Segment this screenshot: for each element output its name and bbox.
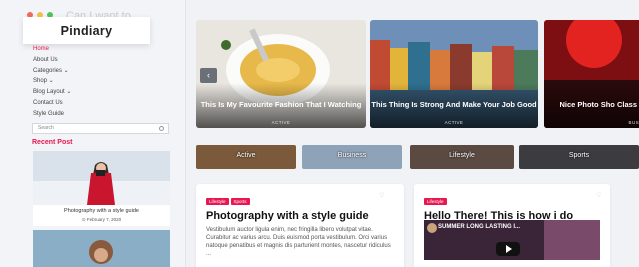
recent-post-caption[interactable]: Photography with a style guide [33,208,170,214]
slide-3-tag[interactable]: BUS [544,120,639,125]
post-1-title[interactable]: Photography with a style guide [206,211,394,222]
menu-item-style-guide[interactable]: Style Guide [33,109,71,120]
post-1-excerpt: Vestibulum auctor ligula enim, nec fring… [206,227,391,257]
logo-card[interactable]: Pindiary [23,17,150,44]
post-card-1[interactable]: Lifestyle Sports ♡ Photography with a sty… [196,184,404,267]
search-icon[interactable] [159,126,164,131]
slide-1-title[interactable]: This Is My Favourite Fashion That I Watc… [196,100,366,109]
menu-item-shop[interactable]: Shop ⌄ [33,76,71,87]
slide-2-title[interactable]: This Thing Is Strong And Make Your Job G… [370,100,538,109]
slide-2[interactable]: This Thing Is Strong And Make Your Job G… [370,20,538,128]
category-business[interactable]: Business [302,145,402,169]
page: Can I want to Pindiary Home About Us Cat… [0,0,639,267]
chevron-left-icon: ‹ [207,70,210,80]
recent-post-card[interactable]: Photography with a style guide ⊙ Februar… [33,151,170,226]
category-active-label: Active [236,152,256,159]
recent-post-heading: Recent Post [32,139,73,146]
menu-item-blog-layout[interactable]: Blog Layout ⌄ [33,87,71,98]
post-1-badge-sports[interactable]: Sports [230,198,250,205]
slide-1-tag[interactable]: ACTIVE [196,120,366,125]
slide-2-tag[interactable]: ACTIVE [370,120,538,125]
sidebar-menu: Home About Us Categories ⌄ Shop ⌄ Blog L… [33,44,71,120]
category-strip: Active Business Lifestyle Sports [196,145,639,169]
category-lifestyle[interactable]: Lifestyle [410,145,514,169]
post-1-badge-lifestyle[interactable]: Lifestyle [206,198,229,205]
winter-photographer-image [33,151,170,205]
category-sports-label: Sports [568,152,590,159]
category-sports[interactable]: Sports [519,145,639,169]
menu-item-contact[interactable]: Contact Us [33,98,71,109]
category-lifestyle-label: Lifestyle [449,152,475,159]
slider-prev-button[interactable]: ‹ [200,68,217,83]
recent-post-date: ⊙ February 7, 2020 [81,217,122,222]
play-button-icon[interactable] [496,242,520,256]
search-input[interactable]: Search [32,123,169,134]
portrait-image [33,230,170,267]
category-active[interactable]: Active [196,145,296,169]
recent-post-image[interactable] [33,151,170,205]
sidebar: Can I want to Pindiary Home About Us Cat… [0,0,186,267]
slide-3-title[interactable]: Nice Photo Sho Class [544,100,639,109]
post-2-badge-lifestyle[interactable]: Lifestyle [424,198,447,205]
category-business-label: Business [337,152,367,159]
heart-icon[interactable]: ♡ [596,192,602,199]
video-title[interactable]: SUMMER LONG LASTING I... [438,224,520,230]
video-embed[interactable]: SUMMER LONG LASTING I... [424,220,600,260]
menu-item-about[interactable]: About Us [33,55,71,66]
slide-1[interactable]: This Is My Favourite Fashion That I Watc… [196,20,366,128]
hero-slider: This Is My Favourite Fashion That I Watc… [196,20,639,128]
site-logo[interactable]: Pindiary [61,24,113,38]
menu-item-categories[interactable]: Categories ⌄ [33,66,71,77]
post-card-2[interactable]: Lifestyle ♡ Hello There! This is how i d… [414,184,610,267]
recent-post-image-2[interactable] [33,230,170,267]
heart-icon[interactable]: ♡ [379,192,385,199]
menu-item-home[interactable]: Home [33,44,71,55]
slide-3[interactable]: Nice Photo Sho Class BUS [544,20,639,128]
search-placeholder: Search [38,125,54,131]
